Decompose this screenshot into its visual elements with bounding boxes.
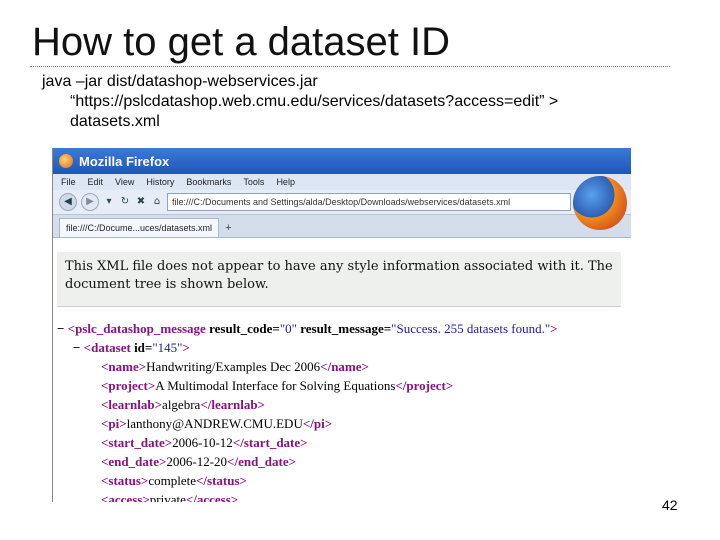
xml-attr-value: "Success. 255 datasets found." [391,321,551,336]
xml-element-status: <status>complete</status> [101,471,631,490]
xml-open-tag: <project> [101,378,156,393]
command-line-3: datasets.xml [70,113,160,130]
xml-tag: pslc_datashop_message [75,321,206,336]
xml-open-tag: <pi> [101,416,127,431]
xml-open-tag: <access> [101,492,150,502]
xml-text-value: Handwriting/Examples Dec 2006 [146,359,321,374]
xml-attr-value: "0" [279,321,297,336]
menu-bar: File Edit View History Bookmarks Tools H… [53,174,631,190]
command-text: java –jar dist/datashop-webservices.jar … [42,72,558,132]
xml-bracket: < [83,340,92,355]
menu-edit[interactable]: Edit [88,177,104,187]
xml-text-value: 2006-12-20 [166,454,228,469]
xml-close-tag: </status> [195,473,247,488]
xml-open-tag: <start_date> [101,435,173,450]
xml-open-tag: <learnlab> [101,397,163,412]
xml-close-tag: </access> [185,492,239,502]
xml-style-notice: This XML file does not appear to have an… [57,252,621,307]
reload-icon[interactable]: ↻ [119,194,131,210]
xml-open-tag: <name> [101,359,147,374]
xml-tag: dataset [91,340,131,355]
page-number: 42 [662,497,678,513]
xml-close-tag: </name> [320,359,369,374]
xml-children: <name>Handwriting/Examples Dec 2006</nam… [57,357,631,502]
new-tab-button[interactable]: + [225,219,231,237]
address-bar[interactable]: file:///C:/Documents and Settings/alda/D… [167,193,571,211]
xml-bracket: > [182,340,190,355]
xml-attr-name: result_code [209,321,273,336]
xml-text-value: A Multimodal Interface for Solving Equat… [155,378,396,393]
xml-text-value: private [149,492,186,502]
xml-close-tag: </end_date> [227,454,297,469]
xml-element-access: <access>private</access> [101,490,631,502]
xml-text-value: complete [148,473,196,488]
menu-file[interactable]: File [61,177,76,187]
menu-view[interactable]: View [115,177,134,187]
xml-close-tag: </learnlab> [200,397,265,412]
xml-element-project: <project>A Multimodal Interface for Solv… [101,376,631,395]
xml-close-tag: </pi> [302,416,333,431]
collapse-toggle[interactable]: − [57,321,64,336]
collapse-toggle[interactable]: − [73,340,80,355]
xml-text-value: 2006-10-12 [172,435,233,450]
command-line-2: “https://pslcdatashop.web.cmu.edu/servic… [70,93,559,110]
navigation-toolbar: ◀ ▶ ▾ ↻ ✖ ⌂ file:///C:/Documents and Set… [53,190,631,215]
xml-bracket: > [550,321,558,336]
firefox-icon [59,154,73,168]
xml-element-end-date: <end_date>2006-12-20</end_date> [101,452,631,471]
back-arrow-icon[interactable]: ◀ [59,193,77,211]
xml-root-line: − <pslc_datashop_message result_code="0"… [57,319,631,338]
xml-text-value: lanthony@ANDREW.CMU.EDU [126,416,303,431]
menu-help[interactable]: Help [276,177,295,187]
xml-text-value: algebra [162,397,201,412]
home-icon[interactable]: ⌂ [151,194,163,210]
stop-icon[interactable]: ✖ [135,194,147,210]
command-line-1: java –jar dist/datashop-webservices.jar [42,73,318,90]
forward-arrow-icon[interactable]: ▶ [81,193,99,211]
xml-attr-value: "145" [152,340,183,355]
tab-datasets-xml[interactable]: file:///C:/Docume...uces/datasets.xml [59,218,220,237]
firefox-screenshot: Mozilla Firefox File Edit View History B… [52,148,631,502]
menu-history[interactable]: History [146,177,174,187]
menu-tools[interactable]: Tools [243,177,264,187]
menu-bookmarks[interactable]: Bookmarks [186,177,231,187]
history-dropdown-icon[interactable]: ▾ [103,194,115,210]
xml-attr-name: id [134,340,145,355]
slide-title: How to get a dataset ID [32,20,451,64]
firefox-logo-icon [573,176,627,230]
window-title: Mozilla Firefox [79,153,170,169]
xml-open-tag: <status> [101,473,149,488]
xml-close-tag: </start_date> [232,435,308,450]
xml-element-pi: <pi>lanthony@ANDREW.CMU.EDU</pi> [101,414,631,433]
xml-attr-name: result_message [300,321,384,336]
xml-element-learnlab: <learnlab>algebra</learnlab> [101,395,631,414]
xml-element-start-date: <start_date>2006-10-12</start_date> [101,433,631,452]
xml-element-name: <name>Handwriting/Examples Dec 2006</nam… [101,357,631,376]
browser-titlebar: Mozilla Firefox [53,148,631,174]
xml-close-tag: </project> [395,378,454,393]
title-divider [30,66,670,67]
xml-eq: = [272,321,280,336]
xml-dataset-line: − <dataset id="145"> [57,338,631,357]
xml-open-tag: <end_date> [101,454,167,469]
tab-bar: file:///C:/Docume...uces/datasets.xml + [53,215,631,238]
xml-bracket: < [67,321,76,336]
xml-tree: − <pslc_datashop_message result_code="0"… [53,307,631,502]
